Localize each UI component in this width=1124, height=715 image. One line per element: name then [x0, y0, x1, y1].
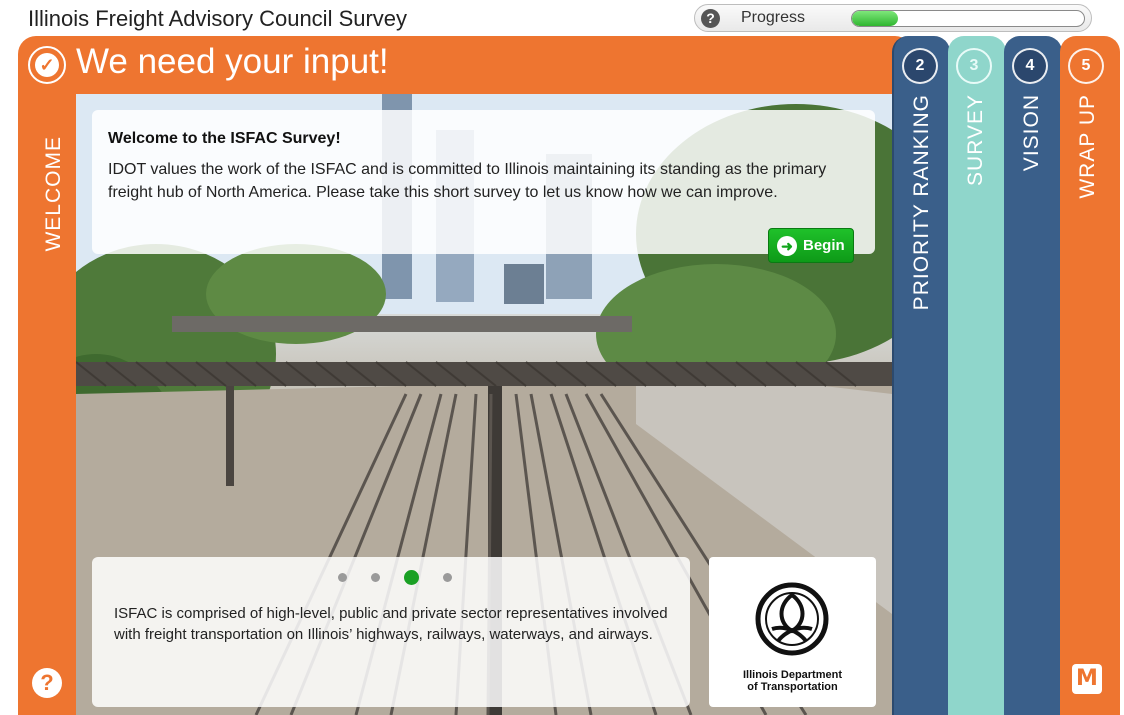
tab-label: WRAP UP: [1076, 94, 1099, 199]
carousel-text: ISFAC is comprised of high-level, public…: [114, 605, 668, 643]
help-icon[interactable]: ?: [32, 668, 62, 698]
progress-bar: [851, 10, 1085, 27]
progress-label: Progress: [741, 9, 806, 26]
tab-vision[interactable]: 4 VISION: [1004, 36, 1062, 715]
carousel-dot[interactable]: [338, 572, 347, 582]
carousel-dot[interactable]: [443, 572, 452, 582]
logo-text-line2: of Transportation: [747, 681, 838, 693]
panel-headline: We need your input!: [76, 42, 389, 81]
welcome-card: Welcome to the ISFAC Survey! IDOT values…: [92, 110, 875, 263]
tab-survey[interactable]: 3 SURVEY: [948, 36, 1006, 715]
top-bar: Illinois Freight Advisory Council Survey…: [0, 0, 1124, 36]
tab-label: SURVEY: [964, 94, 987, 186]
begin-button[interactable]: ➜ Begin: [768, 228, 854, 263]
check-icon: ✓: [28, 46, 66, 84]
carousel-dots: [338, 569, 452, 585]
idot-logo-icon: [755, 582, 829, 656]
idot-logo-card: Illinois Department of Transportation: [709, 557, 876, 707]
tab-wrap-up[interactable]: 5 WRAP UP: [1060, 36, 1120, 715]
tab-welcome-label[interactable]: WELCOME: [42, 136, 66, 252]
carousel-dot[interactable]: [371, 572, 380, 582]
logo-text-line1: Illinois Department: [742, 669, 843, 681]
app-title: Illinois Freight Advisory Council Survey: [28, 6, 408, 31]
help-icon[interactable]: ?: [701, 9, 720, 28]
tab-label: PRIORITY RANKING: [910, 94, 933, 311]
metroquest-logo-icon[interactable]: M: [1072, 664, 1102, 694]
info-carousel: ISFAC is comprised of high-level, public…: [92, 557, 690, 707]
arrow-right-circle-icon: ➜: [777, 236, 797, 256]
tab-number: 5: [1068, 48, 1104, 84]
tab-number: 2: [902, 48, 938, 84]
tab-label: VISION: [1020, 94, 1043, 172]
begin-button-label: Begin: [803, 237, 845, 254]
tab-priority-ranking[interactable]: 2 PRIORITY RANKING: [892, 36, 950, 715]
progress-fill: [852, 11, 899, 26]
welcome-title: Welcome to the ISFAC Survey!: [108, 130, 341, 147]
welcome-body: IDOT values the work of the ISFAC and is…: [108, 161, 827, 201]
progress-widget: ? Progress: [694, 4, 1092, 32]
tab-number: 4: [1012, 48, 1048, 84]
carousel-dot[interactable]: [404, 569, 419, 585]
tab-number: 3: [956, 48, 992, 84]
